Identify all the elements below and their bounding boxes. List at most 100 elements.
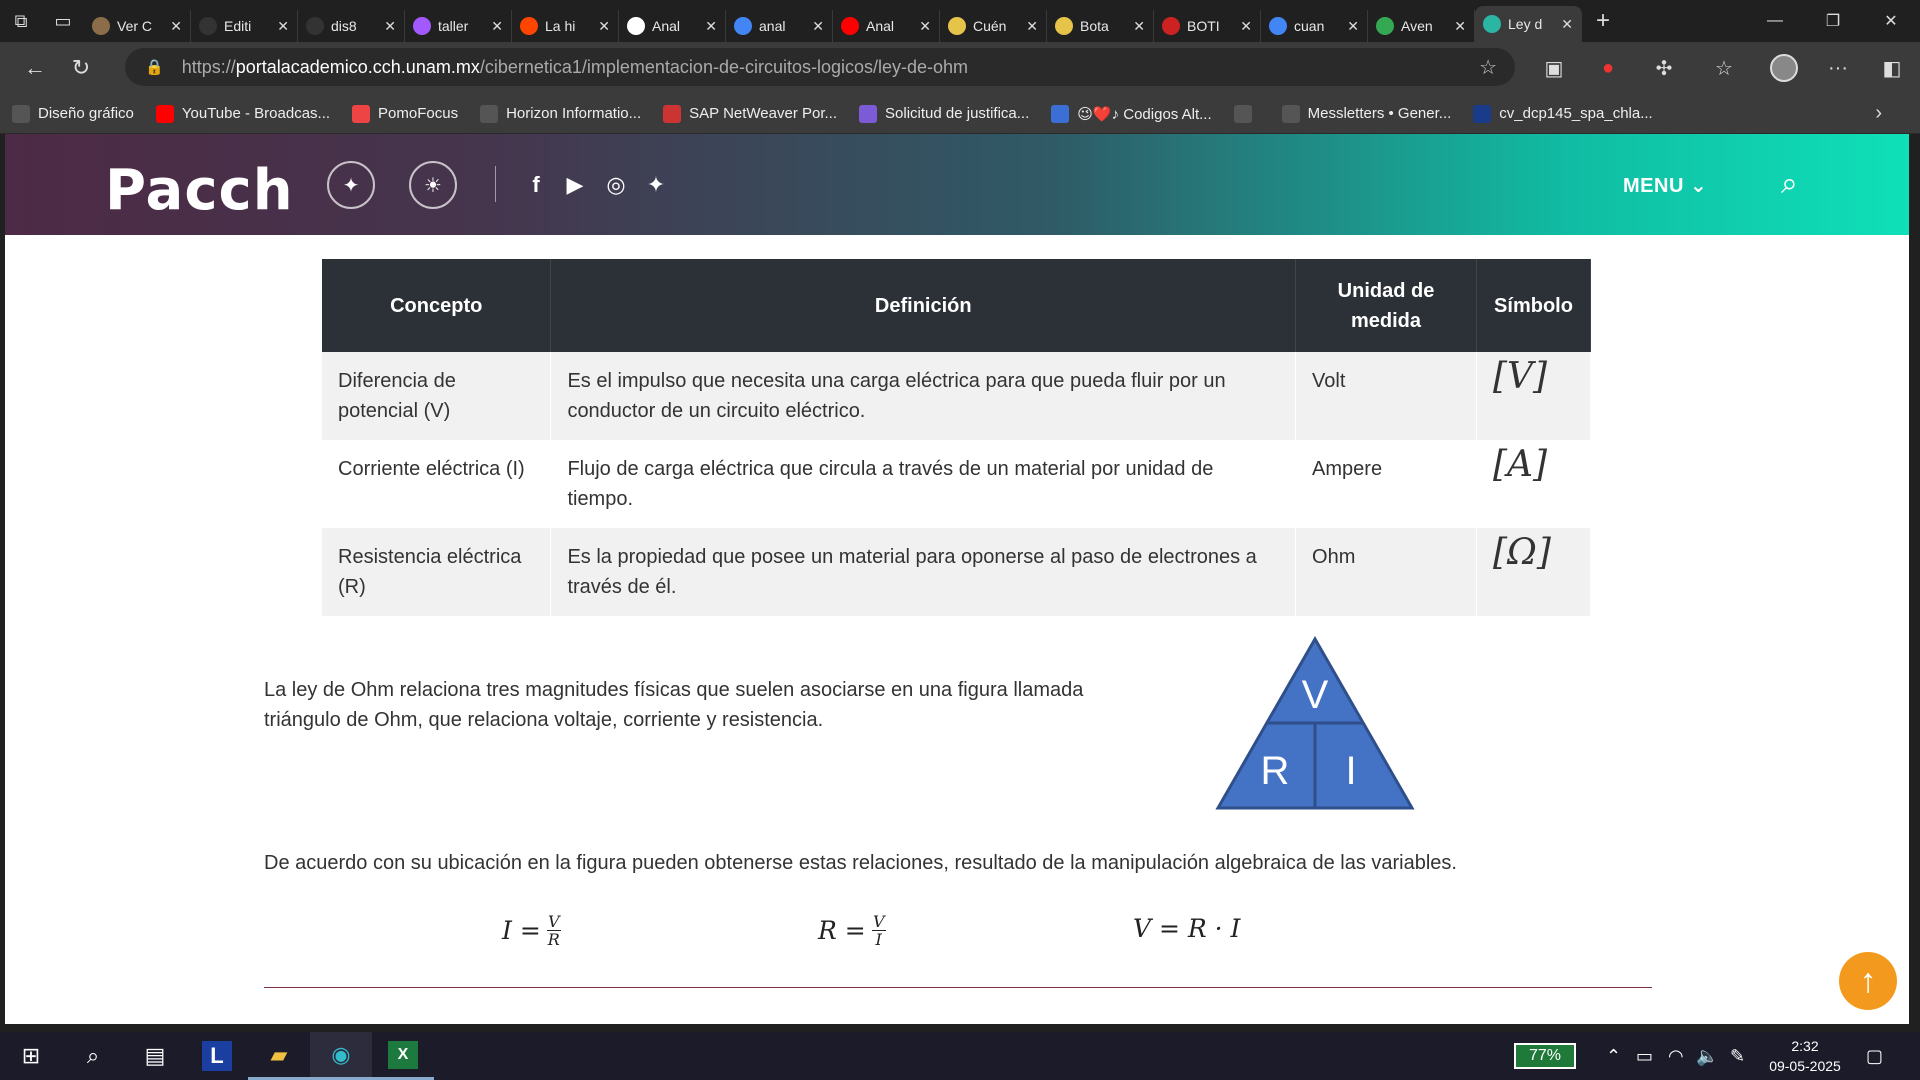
- close-tab-icon[interactable]: ✕: [598, 18, 610, 35]
- tab-favicon: [1055, 17, 1073, 35]
- clock[interactable]: 2:32 09-05-2025: [1750, 1036, 1860, 1076]
- extension-image-icon[interactable]: ▣: [1532, 42, 1576, 94]
- browser-tab[interactable]: Ley d ✕: [1475, 6, 1582, 42]
- bookmark-item[interactable]: Solicitud de justifica...: [859, 104, 1030, 123]
- lock-icon[interactable]: 🔒: [145, 58, 164, 76]
- close-tab-icon[interactable]: ✕: [1026, 18, 1038, 35]
- back-button[interactable]: ←: [12, 48, 58, 88]
- close-tab-icon[interactable]: ✕: [1240, 18, 1252, 35]
- tab-favicon: [92, 17, 110, 35]
- table-row: Corriente eléctrica (I) Flujo de carga e…: [322, 440, 1592, 528]
- search-icon[interactable]: ⌕: [1781, 167, 1798, 201]
- file-explorer-icon[interactable]: ▰: [248, 1032, 310, 1080]
- browser-tab[interactable]: Ver C ✕: [84, 10, 191, 42]
- close-tab-icon[interactable]: ✕: [812, 18, 824, 35]
- close-tab-icon[interactable]: ✕: [1347, 18, 1359, 35]
- close-tab-icon[interactable]: ✕: [384, 18, 396, 35]
- bookmark-item[interactable]: cv_dcp145_spa_chla...: [1473, 104, 1653, 123]
- intro-line-1: La ley de Ohm relaciona tres magnitudes …: [264, 679, 1084, 701]
- bookmark-item[interactable]: Messletters • Gener...: [1281, 104, 1451, 123]
- close-tab-icon[interactable]: ✕: [1454, 18, 1466, 35]
- table-header-row: Concepto Definición Unidad de medida Sím…: [322, 259, 1592, 352]
- battery-icon[interactable]: ▭: [1636, 1032, 1653, 1080]
- table-row: Diferencia de potencial (V) Es el impuls…: [322, 352, 1592, 440]
- refresh-button[interactable]: ↻: [58, 48, 104, 88]
- workspaces-icon[interactable]: ⧉: [0, 0, 42, 42]
- sidebar-toggle-icon[interactable]: ◧: [1870, 42, 1914, 94]
- address-bar[interactable]: 🔒 https://portalacademico.cch.unam.mx/ci…: [125, 48, 1515, 86]
- bookmark-label: cv_dcp145_spa_chla...: [1499, 105, 1653, 122]
- app-l-icon[interactable]: L: [186, 1032, 248, 1080]
- bookmark-icon: [155, 104, 174, 123]
- bookmark-item[interactable]: PomoFocus: [352, 104, 458, 123]
- excel-icon[interactable]: X: [372, 1032, 434, 1080]
- bookmark-item[interactable]: [1233, 104, 1260, 123]
- browser-tab[interactable]: Editi ✕: [191, 10, 298, 42]
- browser-tab[interactable]: dis8 ✕: [298, 10, 405, 42]
- extensions-puzzle-icon[interactable]: ✣: [1642, 42, 1686, 94]
- browser-tab[interactable]: Aven ✕: [1368, 10, 1475, 42]
- fraction-numerator: V: [872, 912, 885, 931]
- close-tab-icon[interactable]: ✕: [170, 18, 182, 35]
- notifications-icon[interactable]: ▢: [1866, 1032, 1883, 1080]
- chevron-up-icon[interactable]: ⌃: [1606, 1032, 1621, 1080]
- tab-favicon: [948, 17, 966, 35]
- bookmark-item[interactable]: 😉❤️♪ Codigos Alt...: [1051, 104, 1212, 123]
- battery-indicator[interactable]: 77%: [1514, 1043, 1576, 1069]
- formula-expr: V = R · I: [1133, 914, 1241, 943]
- browser-tab[interactable]: cuan ✕: [1261, 10, 1368, 42]
- favorites-icon[interactable]: ☆: [1702, 42, 1746, 94]
- browser-tab[interactable]: Anal ✕: [833, 10, 940, 42]
- close-tab-icon[interactable]: ✕: [277, 18, 289, 35]
- volume-icon[interactable]: 🔈: [1696, 1032, 1718, 1080]
- close-window-button[interactable]: ✕: [1862, 0, 1920, 42]
- tab-favicon: [1376, 17, 1394, 35]
- twitter-icon[interactable]: ✦: [641, 172, 671, 198]
- windows-start-icon[interactable]: ⊞: [0, 1032, 62, 1080]
- close-tab-icon[interactable]: ✕: [919, 18, 931, 35]
- wifi-icon[interactable]: ◠: [1668, 1032, 1684, 1080]
- scroll-to-top-button[interactable]: ↑: [1839, 952, 1897, 1010]
- browser-tab[interactable]: La hi ✕: [512, 10, 619, 42]
- minimize-button[interactable]: —: [1746, 0, 1804, 42]
- close-tab-icon[interactable]: ✕: [491, 18, 503, 35]
- pen-icon[interactable]: ✎: [1730, 1032, 1745, 1080]
- bookmark-item[interactable]: Horizon Informatio...: [480, 104, 641, 123]
- extension-red-icon[interactable]: ●: [1586, 42, 1630, 94]
- bookmark-item[interactable]: YouTube - Broadcas...: [155, 104, 330, 123]
- youtube-icon[interactable]: ▶: [560, 172, 590, 198]
- restore-button[interactable]: ❐: [1804, 0, 1862, 42]
- unam-seal-icon[interactable]: ✦: [327, 161, 375, 209]
- close-tab-icon[interactable]: ✕: [705, 18, 717, 35]
- close-tab-icon[interactable]: ✕: [1561, 16, 1573, 33]
- browser-tab[interactable]: anal ✕: [726, 10, 833, 42]
- new-tab-button[interactable]: +: [1582, 7, 1624, 35]
- tab-actions-icon[interactable]: ▭: [42, 0, 84, 42]
- tab-title: Ver C: [117, 18, 153, 34]
- browser-tab[interactable]: Bota ✕: [1047, 10, 1154, 42]
- facebook-icon[interactable]: f: [521, 172, 551, 198]
- close-tab-icon[interactable]: ✕: [1133, 18, 1145, 35]
- cch-seal-icon[interactable]: ☀: [409, 161, 457, 209]
- task-view-icon[interactable]: ▤: [124, 1032, 186, 1080]
- more-options-icon[interactable]: ···: [1816, 42, 1860, 94]
- triangle-label-i: I: [1345, 749, 1356, 793]
- browser-tab[interactable]: Cuén ✕: [940, 10, 1047, 42]
- site-logo[interactable]: Pacch: [105, 158, 294, 223]
- menu-button[interactable]: MENU ⌄: [1623, 173, 1707, 198]
- favorite-star-icon[interactable]: ☆: [1479, 55, 1497, 80]
- search-icon[interactable]: ⌕: [62, 1032, 124, 1080]
- bookmark-icon: [352, 104, 371, 123]
- instagram-icon[interactable]: ◎: [601, 172, 631, 198]
- edge-browser-icon[interactable]: ◉: [310, 1032, 372, 1080]
- browser-tab[interactable]: taller ✕: [405, 10, 512, 42]
- bookmark-label: Solicitud de justifica...: [885, 105, 1030, 122]
- profile-avatar[interactable]: [1762, 42, 1806, 94]
- formula-lhs: I =: [502, 916, 541, 945]
- bookmark-item[interactable]: Diseño gráfico: [12, 104, 134, 123]
- chevron-right-icon[interactable]: ›: [1875, 102, 1882, 125]
- browser-tab[interactable]: BOTI ✕: [1154, 10, 1261, 42]
- bookmark-item[interactable]: SAP NetWeaver Por...: [663, 104, 837, 123]
- header-unit: Unidad de medida: [1295, 259, 1477, 352]
- browser-tab[interactable]: Anal ✕: [619, 10, 726, 42]
